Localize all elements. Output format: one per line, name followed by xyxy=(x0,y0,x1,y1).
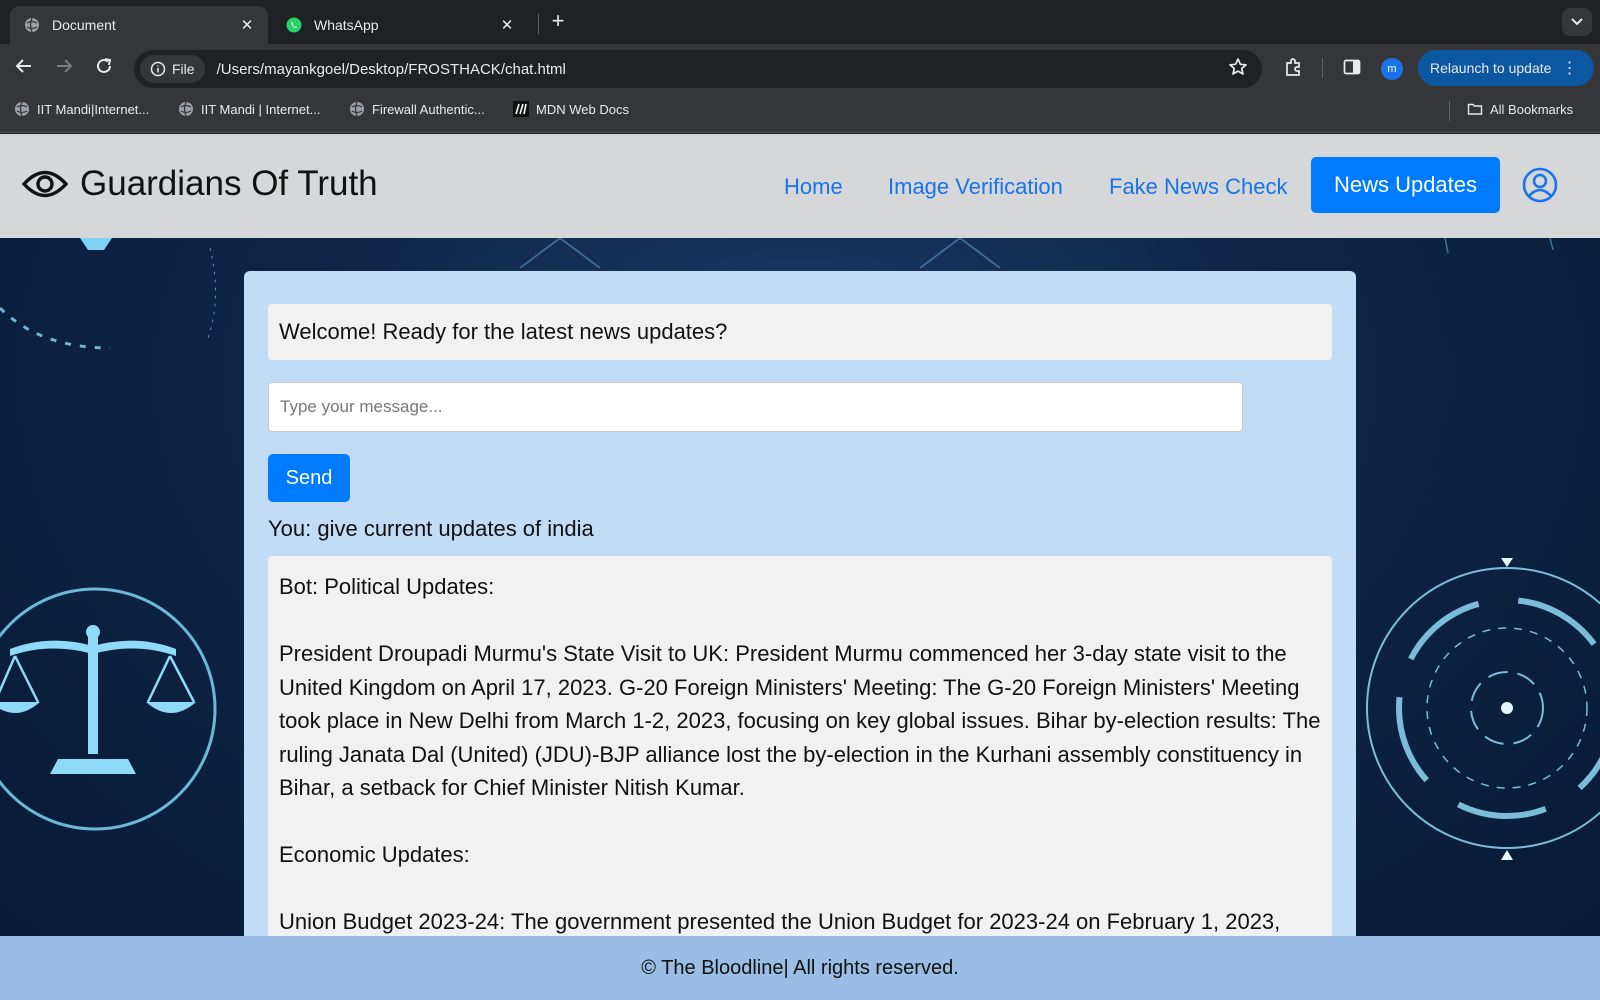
site-brand[interactable]: Guardians Of Truth xyxy=(22,164,378,204)
tab-search-icon[interactable] xyxy=(1562,8,1592,36)
toolbar-divider xyxy=(1322,58,1323,78)
all-bookmarks-button[interactable]: All Bookmarks xyxy=(1467,101,1573,117)
nav-home[interactable]: Home xyxy=(784,174,843,200)
forward-icon[interactable] xyxy=(52,54,76,78)
more-menu-icon[interactable]: ⋮ xyxy=(1561,58,1577,78)
tab-document[interactable]: Document ✕ xyxy=(10,6,268,44)
all-bookmarks-label: All Bookmarks xyxy=(1490,101,1574,117)
tab-title: WhatsApp xyxy=(314,17,379,33)
welcome-message: Welcome! Ready for the latest news updat… xyxy=(268,304,1332,360)
bot-political-updates: President Droupadi Murmu's State Visit t… xyxy=(279,641,1321,800)
folder-icon xyxy=(1467,103,1483,115)
bot-economic-updates: Union Budget 2023-24: The government pre… xyxy=(279,909,1281,934)
site-navbar: Guardians Of Truth Home Image Verificati… xyxy=(0,134,1600,238)
bookmark-label: MDN Web Docs xyxy=(536,101,629,117)
new-tab-icon[interactable]: + xyxy=(546,10,570,34)
side-panel-icon[interactable] xyxy=(1341,56,1363,78)
tab-title: Document xyxy=(52,17,116,33)
globe-icon xyxy=(179,101,193,117)
globe-icon xyxy=(15,101,29,117)
whatsapp-icon xyxy=(286,17,302,33)
extensions-icon[interactable] xyxy=(1282,56,1304,78)
bookmark-item[interactable]: Firewall Authentic... xyxy=(349,101,485,117)
web-page: Guardians Of Truth Home Image Verificati… xyxy=(0,134,1600,1000)
nav-fake-news-check[interactable]: Fake News Check xyxy=(1109,174,1288,200)
chat-card: Welcome! Ready for the latest news updat… xyxy=(244,271,1356,936)
mdn-icon xyxy=(513,101,529,117)
bookmarks-divider xyxy=(1449,101,1450,121)
site-title: Guardians Of Truth xyxy=(80,164,378,203)
reload-icon[interactable] xyxy=(92,54,116,78)
message-input[interactable] xyxy=(268,382,1243,432)
bookmark-item[interactable]: MDN Web Docs xyxy=(513,101,629,117)
bot-heading: Bot: Political Updates: xyxy=(279,574,495,599)
profile-avatar[interactable]: m xyxy=(1381,58,1403,80)
relaunch-button[interactable]: Relaunch to update ⋮ xyxy=(1418,50,1594,86)
hero-background: Welcome! Ready for the latest news updat… xyxy=(0,238,1600,936)
bookmark-item[interactable]: IIT Mandi | Internet... xyxy=(178,101,320,117)
user-message: You: give current updates of india xyxy=(268,516,594,541)
back-icon[interactable] xyxy=(12,54,36,78)
url-text[interactable]: /Users/mayankgoel/Desktop/FROSTHACK/chat… xyxy=(217,61,1228,78)
tab-divider xyxy=(538,14,539,34)
bookmark-label: IIT Mandi|Internet... xyxy=(37,101,150,117)
globe-icon xyxy=(350,101,364,117)
nav-news-updates[interactable]: News Updates xyxy=(1311,157,1500,213)
site-footer: © The Bloodline| All rights reserved. xyxy=(0,936,1600,1000)
bot-economic-heading: Economic Updates: xyxy=(279,842,470,867)
bookmark-star-icon[interactable] xyxy=(1228,57,1248,82)
browser-toolbar: File /Users/mayankgoel/Desktop/FROSTHACK… xyxy=(0,44,1600,88)
bookmark-label: Firewall Authentic... xyxy=(372,101,485,117)
scales-of-justice-icon xyxy=(0,587,217,831)
close-tab-icon[interactable]: ✕ xyxy=(238,16,256,34)
site-info-chip[interactable]: File xyxy=(140,55,205,83)
bot-message: Bot: Political Updates: President Droupa… xyxy=(268,556,1332,936)
close-tab-icon[interactable]: ✕ xyxy=(498,16,516,34)
globe-icon xyxy=(24,17,40,33)
tab-strip: Document ✕ WhatsApp ✕ + xyxy=(0,0,1600,44)
bookmark-label: IIT Mandi | Internet... xyxy=(201,101,321,117)
info-icon xyxy=(150,61,166,77)
bookmark-item[interactable]: IIT Mandi|Internet... xyxy=(14,101,149,117)
relaunch-label: Relaunch to update xyxy=(1430,60,1552,76)
user-account-icon[interactable] xyxy=(1522,167,1558,208)
target-hud-icon xyxy=(1366,558,1600,860)
scheme-label: File xyxy=(172,61,195,77)
eye-icon xyxy=(22,170,68,198)
bookmarks-bar: IIT Mandi|Internet... IIT Mandi | Intern… xyxy=(0,88,1600,133)
send-button[interactable]: Send xyxy=(268,454,350,502)
address-bar[interactable]: File /Users/mayankgoel/Desktop/FROSTHACK… xyxy=(134,50,1262,88)
tab-whatsapp[interactable]: WhatsApp ✕ xyxy=(272,6,528,44)
nav-image-verification[interactable]: Image Verification xyxy=(888,174,1063,200)
